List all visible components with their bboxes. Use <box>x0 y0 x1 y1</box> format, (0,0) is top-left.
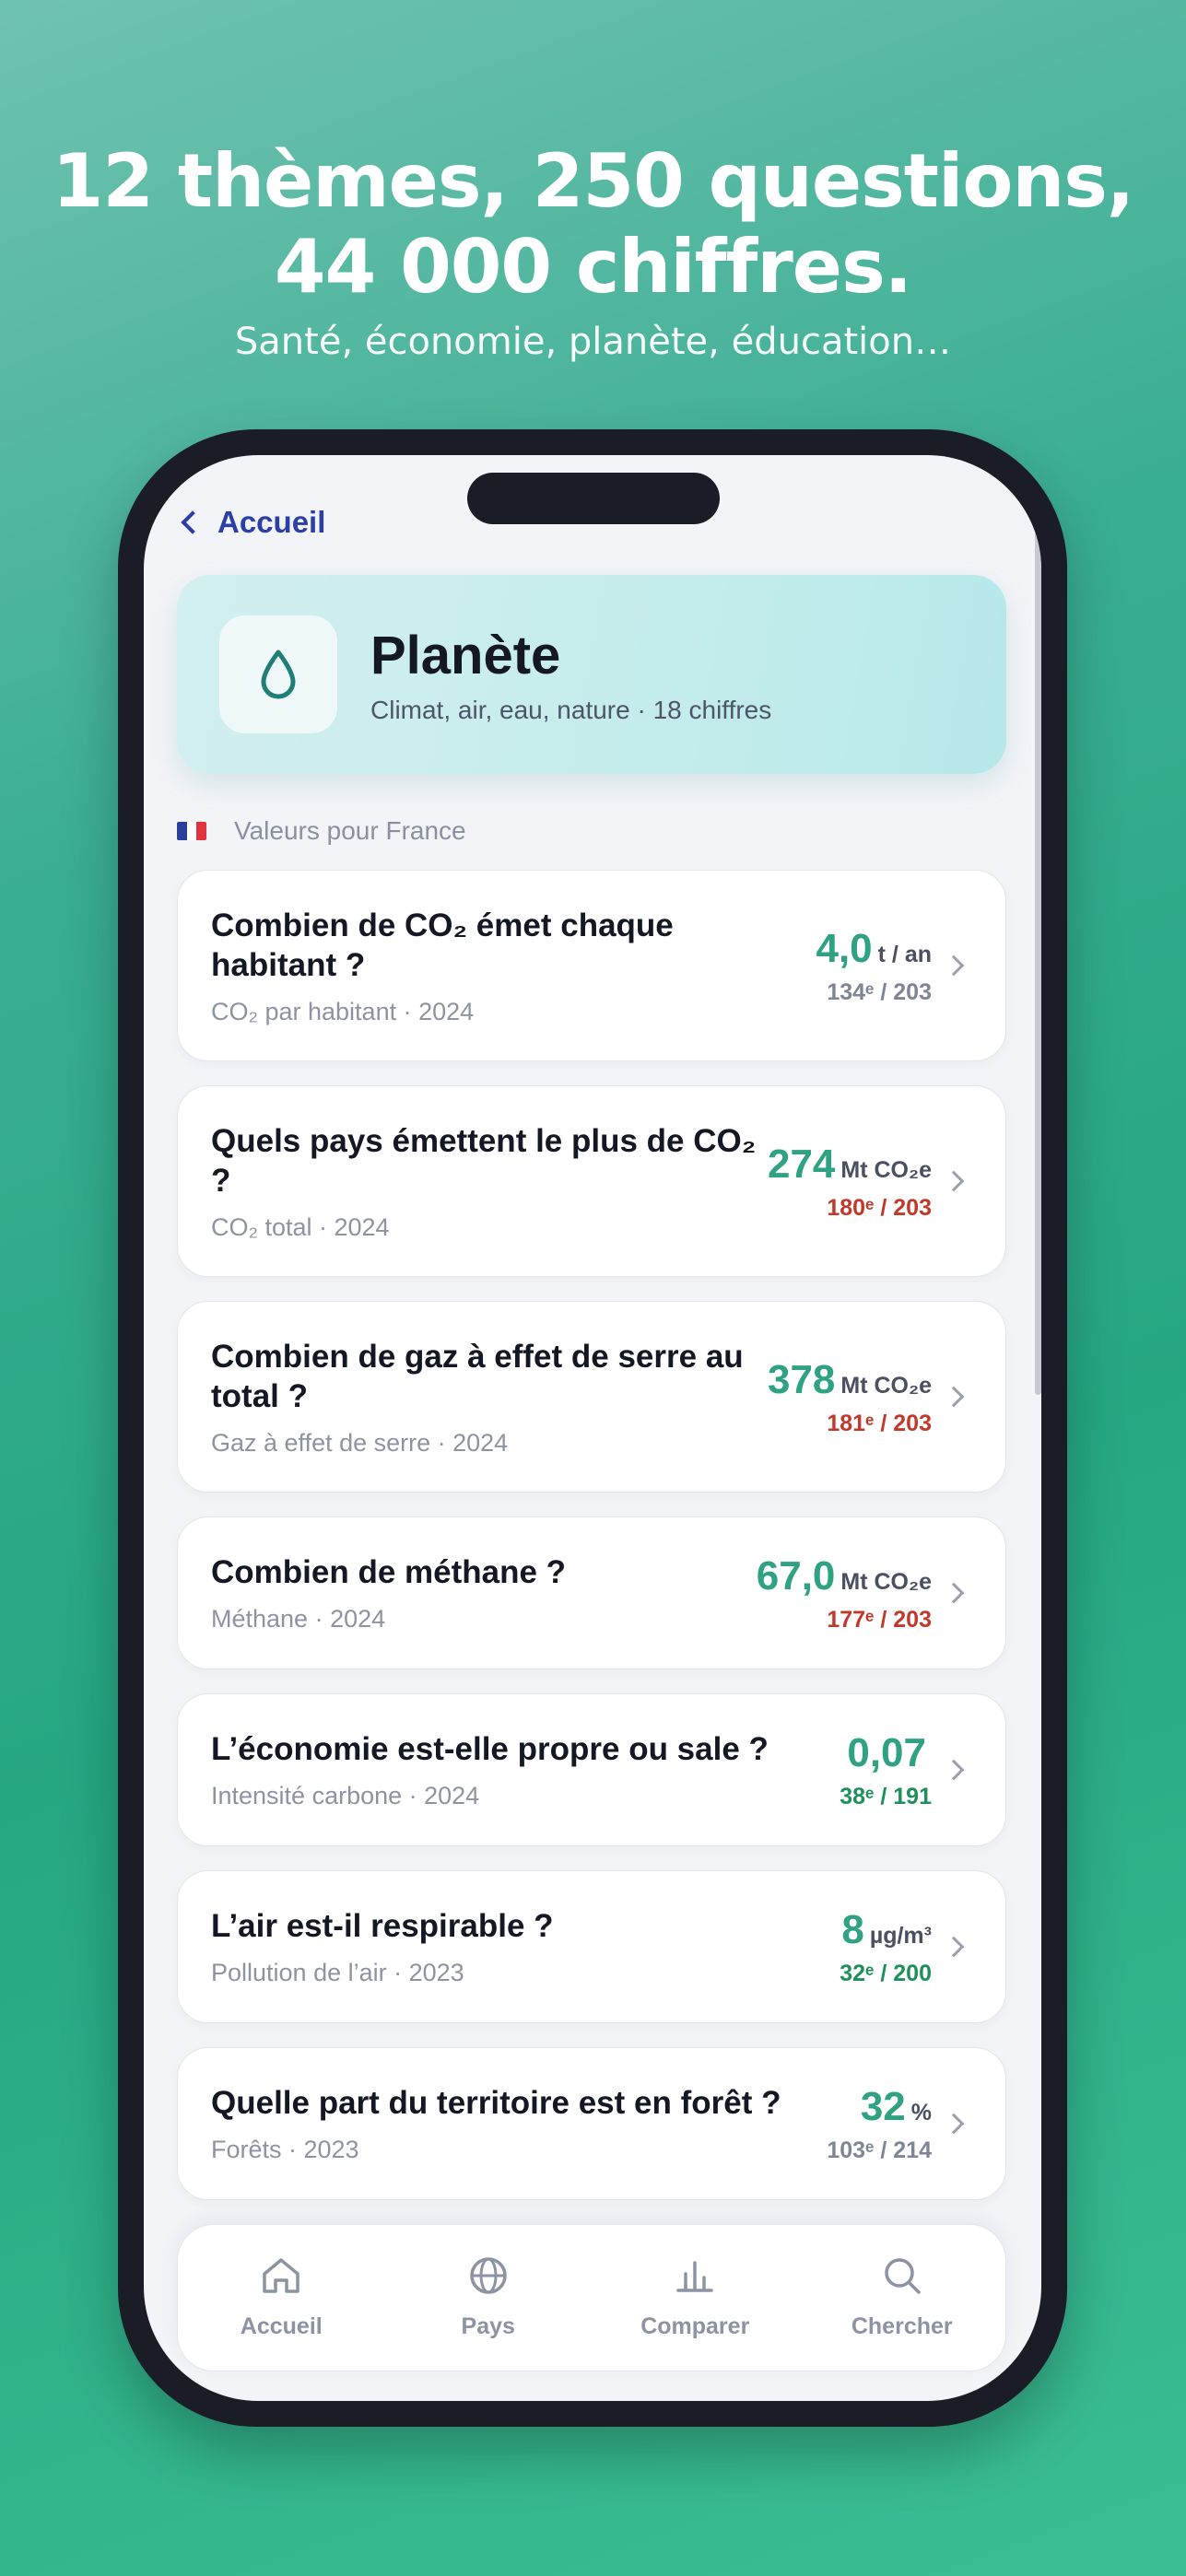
question-unit: µg/m³ <box>869 1922 932 1949</box>
question-meta: Pollution de l’air · 2023 <box>211 1959 464 1986</box>
question-meta: Méthane · 2024 <box>211 1605 386 1633</box>
question-text: L’air est-il respirable ? <box>211 1908 554 1944</box>
search-icon <box>882 2255 922 2313</box>
question-card[interactable]: Combien de CO₂ émet chaque habitant ? CO… <box>177 870 1006 1061</box>
hero-title: 12 thèmes, 250 questions, 44 000 chiffre… <box>0 138 1186 310</box>
question-text: Combien de gaz à effet de serre au total… <box>211 1338 744 1414</box>
back-button[interactable]: Accueil <box>177 505 325 540</box>
phone-screen: Accueil Planète Climat, air, eau, nature… <box>144 455 1041 2401</box>
question-text: L’économie est-elle propre ou sale ? <box>211 1731 769 1767</box>
question-meta: Forêts · 2023 <box>211 2136 359 2163</box>
theme-subtitle: Climat, air, eau, nature · 18 chiffres <box>370 695 772 724</box>
question-meta: CO₂ total · 2024 <box>211 1212 390 1241</box>
question-card[interactable]: L’économie est-elle propre ou sale ? Int… <box>177 1693 1006 1846</box>
scrollbar[interactable] <box>1035 529 1041 1395</box>
question-value: 67,0 <box>756 1552 836 1598</box>
chevron-right-icon <box>943 1170 965 1192</box>
chevron-left-icon <box>181 510 205 534</box>
question-unit: Mt CO₂e <box>840 1568 932 1595</box>
question-meta: Intensité carbone · 2024 <box>211 1782 480 1809</box>
hero-subtitle: Santé, économie, planète, éducation… <box>234 321 952 363</box>
question-unit: t / an <box>877 941 932 967</box>
home-icon <box>259 2255 303 2313</box>
question-rank: 180ᵉ / 203 <box>827 1194 932 1221</box>
dynamic-island <box>467 473 720 524</box>
tab-bar: Accueil Pays Comparer Chercher <box>177 2224 1006 2371</box>
chevron-right-icon <box>943 1759 965 1781</box>
phone-frame: Accueil Planète Climat, air, eau, nature… <box>118 429 1067 2427</box>
question-card[interactable]: Quels pays émettent le plus de CO₂ ? CO₂… <box>177 1085 1006 1277</box>
back-label: Accueil <box>217 505 326 539</box>
question-value: 4,0 <box>816 925 873 971</box>
question-unit: Mt CO₂e <box>840 1372 932 1399</box>
hero-title-line1: 12 thèmes, 250 questions, <box>52 138 1135 224</box>
question-value: 274 <box>767 1141 836 1187</box>
theme-title: Planète <box>370 625 561 685</box>
chevron-right-icon <box>943 1582 965 1604</box>
question-value: 8 <box>841 1906 864 1952</box>
question-value: 32 <box>860 2083 906 2129</box>
question-card[interactable]: Quelle part du territoire est en forêt ?… <box>177 2047 1006 2200</box>
question-unit: % <box>910 2099 932 2125</box>
question-card[interactable]: Combien de méthane ? Méthane · 2024 67,0… <box>177 1516 1006 1669</box>
question-unit: Mt CO₂e <box>840 1156 932 1183</box>
country-indicator: Valeurs pour France <box>177 816 466 846</box>
water-drop-icon <box>219 615 337 733</box>
question-meta: CO₂ par habitant · 2024 <box>211 997 475 1025</box>
question-card[interactable]: Combien de gaz à effet de serre au total… <box>177 1301 1006 1493</box>
question-card[interactable]: L’air est-il respirable ? Pollution de l… <box>177 1870 1006 2023</box>
france-flag-icon <box>177 822 206 840</box>
question-rank: 177ᵉ / 203 <box>827 1606 932 1633</box>
question-value: 378 <box>767 1356 836 1402</box>
question-meta: Gaz à effet de serre · 2024 <box>211 1428 509 1457</box>
question-rank: 32ᵉ / 200 <box>840 1960 932 1986</box>
tab-label: Chercher <box>851 2313 953 2339</box>
chevron-right-icon <box>943 2113 965 2135</box>
chevron-right-icon <box>943 1386 965 1408</box>
question-rank: 181ᵉ / 203 <box>827 1410 932 1436</box>
question-list: Combien de CO₂ émet chaque habitant ? CO… <box>177 870 1006 2224</box>
tab-label: Accueil <box>240 2313 323 2339</box>
tab-label: Comparer <box>640 2313 750 2339</box>
question-text: Quelle part du territoire est en forêt ? <box>211 2085 781 2121</box>
hero: 12 thèmes, 250 questions, 44 000 chiffre… <box>0 138 1186 363</box>
question-value: 0,07 <box>847 1729 926 1775</box>
tab-search[interactable]: Chercher <box>810 2255 994 2340</box>
chevron-right-icon <box>943 1936 965 1958</box>
tab-bar-chart[interactable]: Comparer <box>603 2255 787 2340</box>
country-label: Valeurs pour France <box>234 816 466 845</box>
hero-title-line2: 44 000 chiffres. <box>274 224 912 310</box>
question-text: Combien de CO₂ émet chaque habitant ? <box>211 907 674 983</box>
question-rank: 38ᵉ / 191 <box>840 1783 932 1809</box>
chevron-right-icon <box>943 954 965 977</box>
theme-header-card: Planète Climat, air, eau, nature · 18 ch… <box>177 575 1006 774</box>
bar-chart-icon <box>673 2255 717 2313</box>
question-rank: 103ᵉ / 214 <box>827 2137 932 2163</box>
question-text: Quels pays émettent le plus de CO₂ ? <box>211 1122 757 1199</box>
question-text: Combien de méthane ? <box>211 1554 567 1590</box>
question-rank: 134ᵉ / 203 <box>827 978 932 1005</box>
tab-home[interactable]: Accueil <box>189 2255 373 2340</box>
tab-label: Pays <box>461 2313 515 2339</box>
globe-icon <box>468 2255 509 2313</box>
tab-globe[interactable]: Pays <box>396 2255 581 2340</box>
